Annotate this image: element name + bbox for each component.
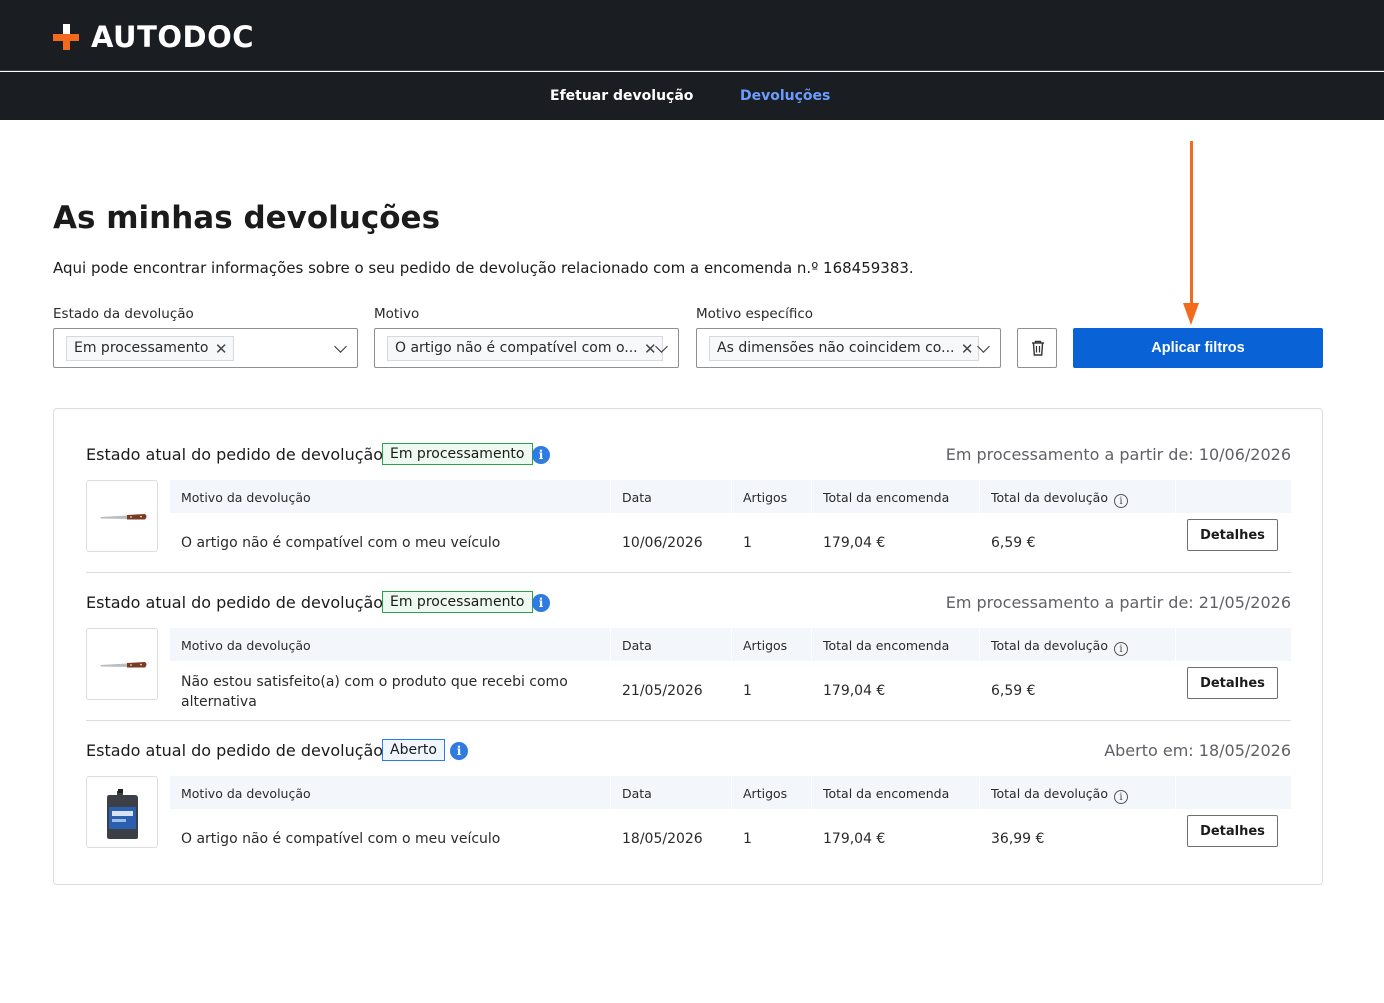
annotation-arrow-line [1190,141,1193,306]
order-total: 179,04 € [823,683,886,699]
return-table-header: Motivo da devolução Data Artigos Total d… [170,776,1291,809]
status-chip: Em processamento ✕ [66,336,234,361]
remove-chip-icon[interactable]: ✕ [961,340,974,358]
trash-icon [1032,340,1044,356]
return-state-label: Estado atual do pedido de devolução [86,593,384,612]
return-total: 36,99 € [991,831,1045,847]
details-button[interactable]: Detalhes [1187,815,1278,847]
return-items: 1 [743,535,752,551]
return-reason: O artigo não é compatível com o meu veíc… [181,831,501,847]
header-order-total: Total da encomenda [823,490,950,505]
status-since: Em processamento a partir de: 21/05/2026 [945,593,1291,612]
return-state-label: Estado atual do pedido de devolução [86,445,384,464]
specific-reason-chip: As dimensões não coincidem co... ✕ [709,336,980,361]
return-total: 6,59 € [991,535,1036,551]
status-select[interactable]: Em processamento ✕ [53,328,358,368]
info-outline-icon[interactable]: i [1113,790,1128,804]
chevron-down-icon [334,340,347,353]
specific-reason-chip-label: As dimensões não coincidem co... [717,340,955,356]
header-items: Artigos [743,490,788,505]
divider [86,572,1291,573]
order-total: 179,04 € [823,831,886,847]
product-thumbnail[interactable] [86,480,158,552]
filter-label-reason: Motivo [374,306,420,322]
header-date: Data [622,638,652,653]
header-reason: Motivo da devolução [181,638,311,653]
filter-label-specific: Motivo específico [696,306,814,322]
header-return-total-label: Total da devolução [991,786,1108,801]
status-since: Em processamento a partir de: 10/06/2026 [945,445,1291,464]
info-icon[interactable]: i [532,594,550,612]
status-badge: Em processamento [382,591,533,613]
header-order-total: Total da encomenda [823,786,950,801]
nav-item-returns[interactable]: Devoluções [740,88,830,104]
header-items: Artigos [743,638,788,653]
status-badge: Em processamento [382,443,533,465]
header-items: Artigos [743,786,788,801]
return-table-header: Motivo da devolução Data Artigos Total d… [170,480,1291,513]
header-return-total-label: Total da devolução [991,638,1108,653]
reason-chip: O artigo não é compatível com o... ✕ [387,336,663,361]
nav-item-make-return[interactable]: Efetuar devolução [550,88,693,104]
return-header: Estado atual do pedido de devolução Aber… [86,739,1291,763]
logo-text: AUTODOC [91,20,255,54]
status-since: Aberto em: 18/05/2026 [1104,741,1291,760]
info-icon[interactable]: i [450,742,468,760]
reason-chip-label: O artigo não é compatível com o... [395,340,638,356]
annotation-arrow-head [1183,303,1199,325]
divider [86,720,1291,721]
page-subtitle: Aqui pode encontrar informações sobre o … [53,259,914,277]
header-return-total: Total da devolução i [991,638,1128,656]
header-return-total: Total da devolução i [991,786,1128,804]
product-thumbnail[interactable] [86,628,158,700]
status-chip-label: Em processamento [74,340,209,356]
header-reason: Motivo da devolução [181,786,311,801]
return-reason: Não estou satisfeito(a) com o produto qu… [181,674,568,710]
header-return-total: Total da devolução i [991,490,1128,508]
nav-bar: Efetuar devolução Devoluções [0,72,1384,120]
return-total: 6,59 € [991,683,1036,699]
product-thumbnail[interactable] [86,776,158,848]
header-date: Data [622,786,652,801]
info-icon[interactable]: i [532,446,550,464]
filter-label-status: Estado da devolução [53,306,194,322]
return-header: Estado atual do pedido de devolução Em p… [86,591,1291,615]
return-date: 21/05/2026 [622,683,703,699]
details-button[interactable]: Detalhes [1187,667,1278,699]
return-table-header: Motivo da devolução Data Artigos Total d… [170,628,1291,661]
header-return-total-label: Total da devolução [991,490,1108,505]
info-outline-icon[interactable]: i [1113,642,1128,656]
return-items: 1 [743,831,752,847]
knife-icon [100,514,147,520]
top-header: AUTODOC [0,0,1384,71]
return-date: 18/05/2026 [622,831,703,847]
returns-card: Estado atual do pedido de devolução Em p… [53,408,1323,885]
specific-reason-select[interactable]: As dimensões não coincidem co... ✕ [696,328,1001,368]
knife-icon [100,662,147,668]
order-total: 179,04 € [823,535,886,551]
return-reason: O artigo não é compatível com o meu veíc… [181,535,501,551]
remove-chip-icon[interactable]: ✕ [644,340,657,358]
logo-plus-icon [53,24,79,50]
header-reason: Motivo da devolução [181,490,311,505]
return-header: Estado atual do pedido de devolução Em p… [86,443,1291,467]
autodoc-logo[interactable]: AUTODOC [53,20,254,54]
remove-chip-icon[interactable]: ✕ [215,340,228,358]
return-items: 1 [743,683,752,699]
return-state-label: Estado atual do pedido de devolução [86,741,384,760]
status-badge: Aberto [382,739,445,761]
page-title: As minhas devoluções [53,200,441,236]
details-button[interactable]: Detalhes [1187,519,1278,551]
reason-select[interactable]: O artigo não é compatível com o... ✕ [374,328,679,368]
header-date: Data [622,490,652,505]
header-order-total: Total da encomenda [823,638,950,653]
apply-filters-button[interactable]: Aplicar filtros [1073,328,1323,368]
return-date: 10/06/2026 [622,535,703,551]
info-outline-icon[interactable]: i [1113,494,1128,508]
oil-canister-icon [107,789,138,839]
clear-filters-button[interactable] [1017,328,1057,368]
